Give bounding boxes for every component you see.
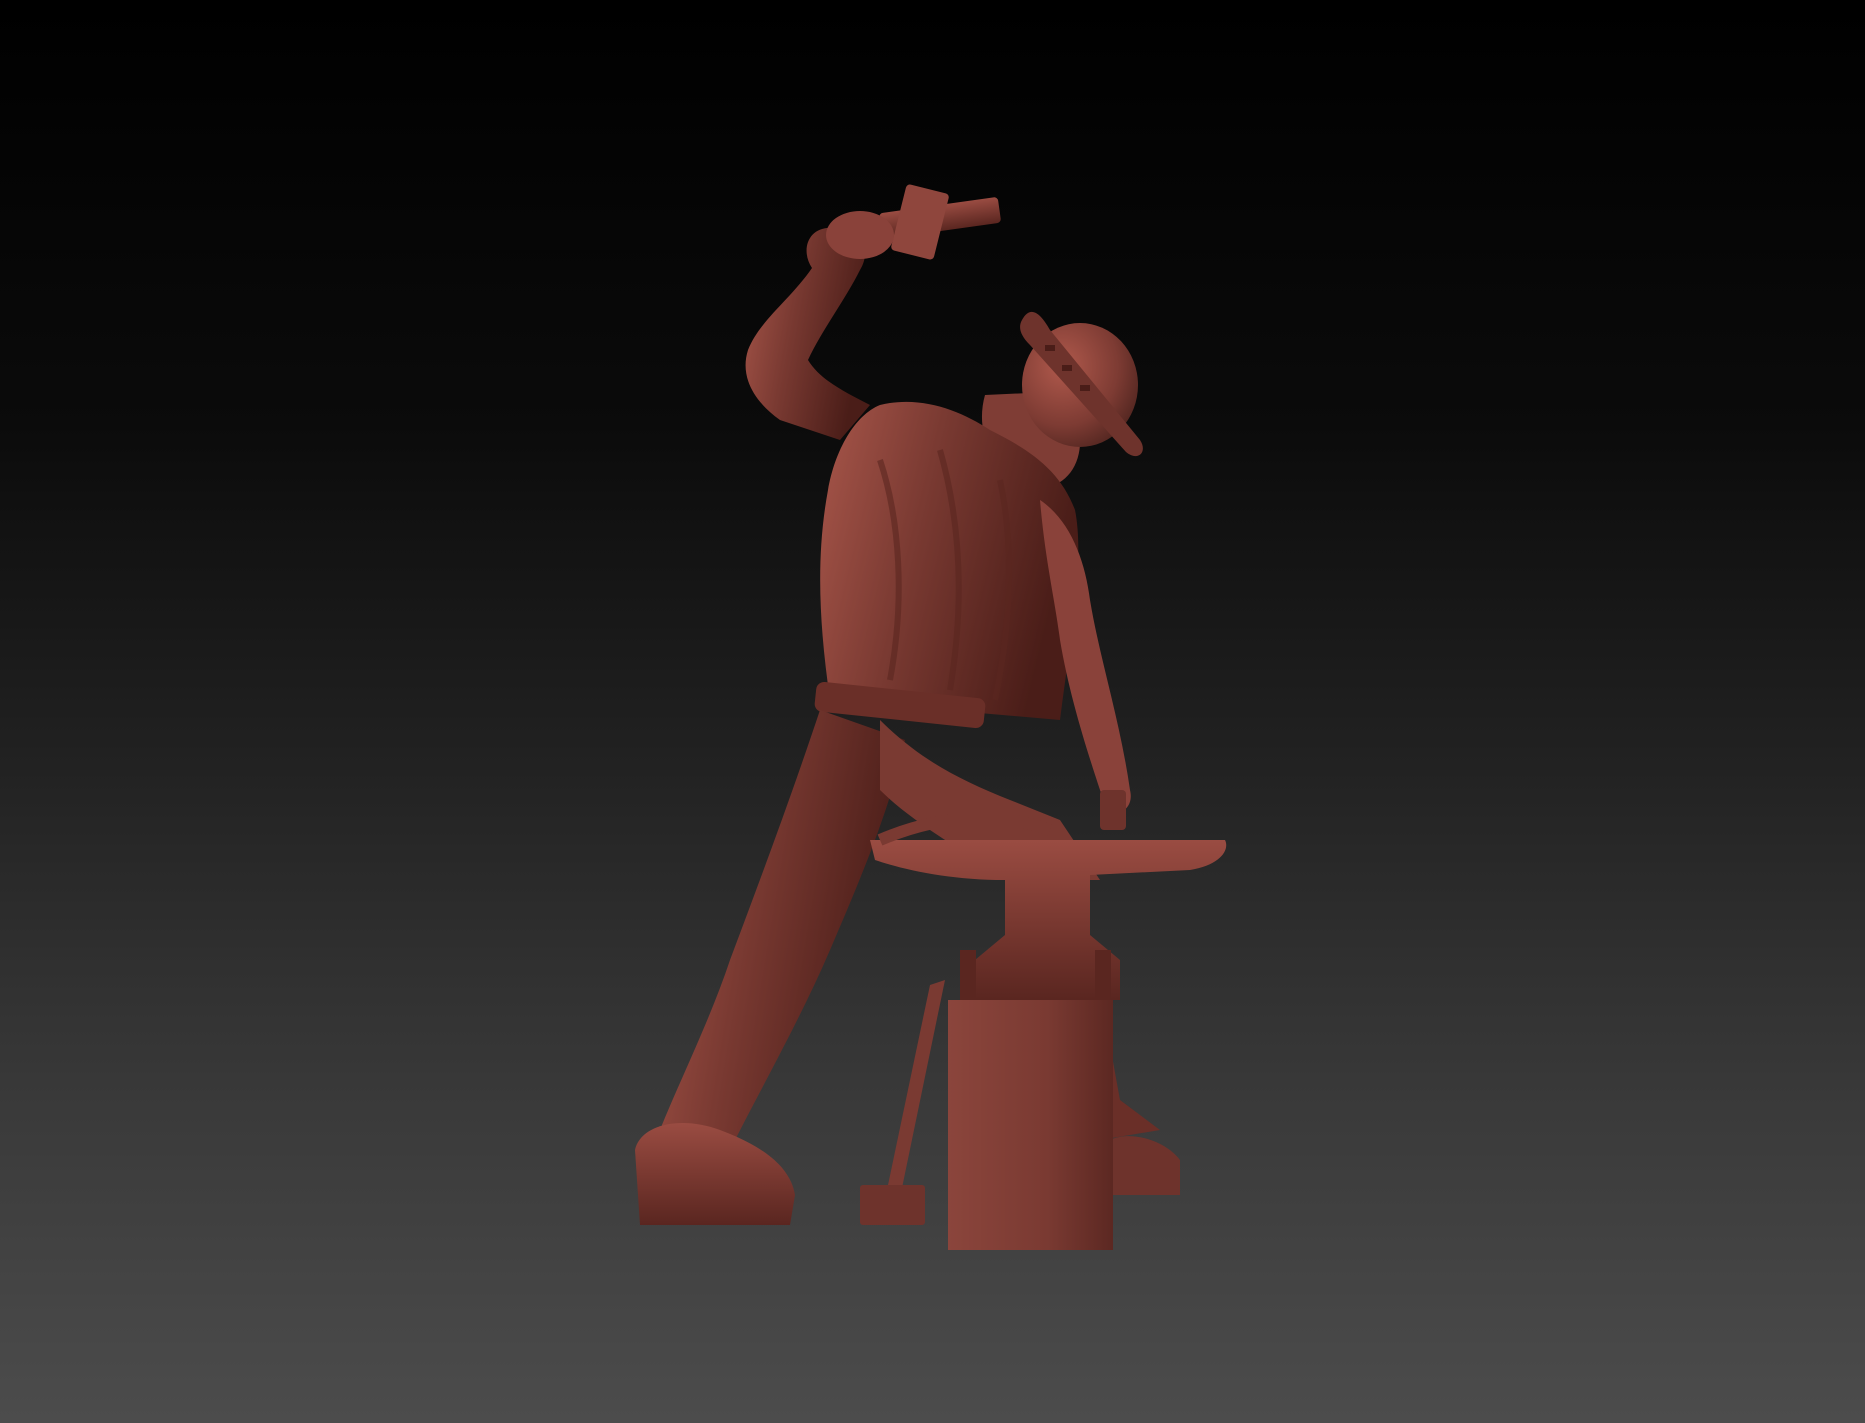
blacksmith-sculpture-render <box>635 184 1227 1250</box>
raised-hammer <box>879 184 1001 260</box>
raised-arm <box>745 211 894 440</box>
3d-viewport[interactable] <box>0 0 1865 1423</box>
anvil <box>870 812 1227 1005</box>
sledgehammer <box>860 980 945 1225</box>
anvil-stand-block <box>948 1000 1113 1250</box>
